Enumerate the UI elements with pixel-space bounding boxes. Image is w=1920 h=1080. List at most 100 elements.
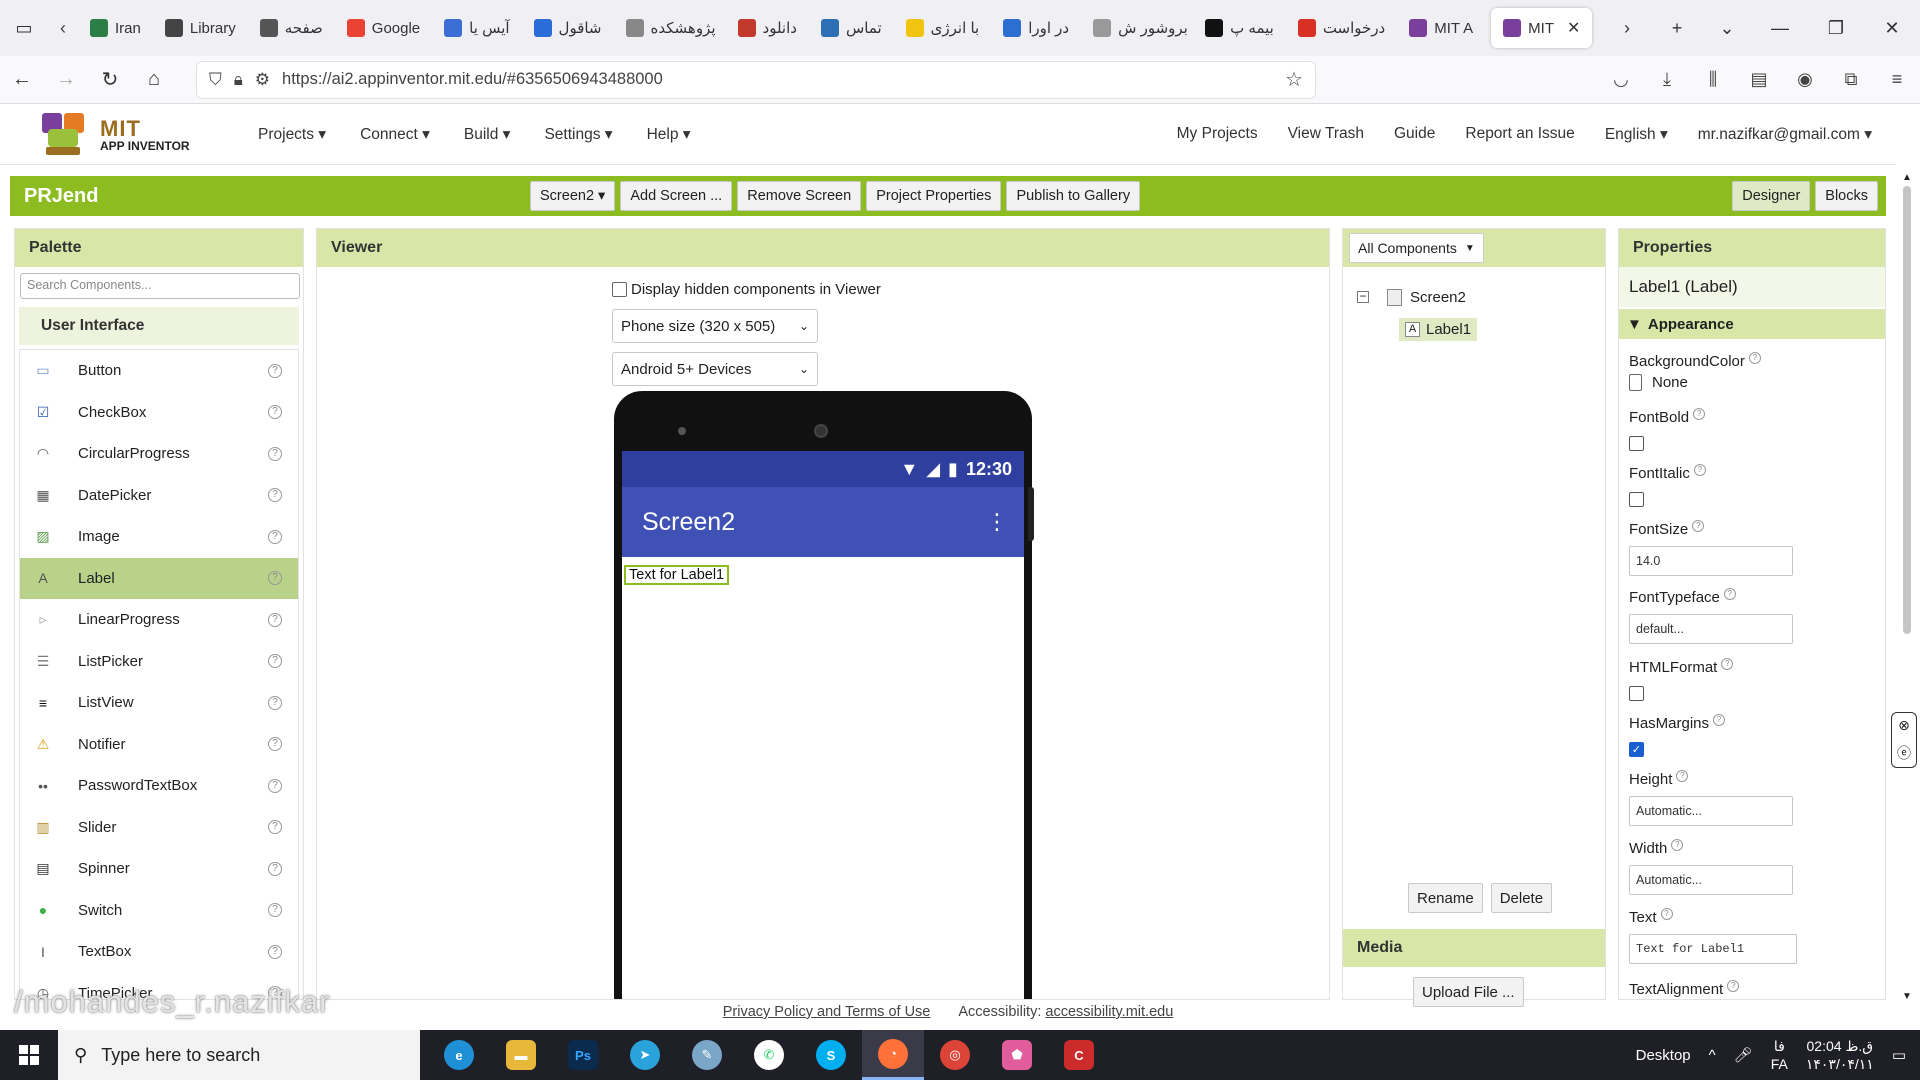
right-menu-item[interactable]: My Projects (1177, 125, 1258, 144)
phone-screen[interactable]: ▼ ◢ ▮ 12:30 Screen2 ⋮ Text for Label1 (622, 451, 1024, 999)
download-icon[interactable]: ⤓ (1644, 69, 1690, 90)
paint-icon[interactable]: ✎ (676, 1030, 738, 1080)
camtasia-icon[interactable]: C (1048, 1030, 1110, 1080)
browser-tab[interactable]: Iran (78, 8, 153, 48)
project-action-button[interactable]: Remove Screen (737, 181, 862, 211)
help-icon[interactable]: ? (1692, 519, 1705, 532)
tab-overview-icon[interactable]: ▭ (0, 0, 48, 56)
list-all-tabs-icon[interactable]: ⌄ (1702, 18, 1752, 39)
pocket-icon[interactable]: ◡ (1598, 69, 1644, 90)
help-icon[interactable]: ? (1660, 907, 1673, 920)
palette-item-switch[interactable]: ● Switch? (20, 890, 298, 932)
bookmark-star-icon[interactable]: ☆ (1285, 67, 1303, 92)
palette-item-listview[interactable]: ≡ ListView? (20, 682, 298, 724)
palette-item-textbox[interactable]: I TextBox? (20, 931, 298, 973)
notifications-icon[interactable]: ▭ (1892, 1046, 1906, 1064)
color-swatch[interactable] (1629, 374, 1642, 391)
tab-scroll-left-icon[interactable]: ‹ (48, 18, 78, 39)
palette-item-circularprogress[interactable]: ◠ CircularProgress? (20, 433, 298, 475)
page-scrollbar[interactable]: ▲ ▼ (1898, 172, 1916, 1002)
firefox-icon[interactable]: ◔ (862, 1030, 924, 1080)
browser-tab[interactable]: MIT A (1397, 8, 1485, 48)
desktop-toolbar[interactable]: Desktop (1636, 1047, 1691, 1064)
background-color-picker[interactable]: None (1629, 374, 1761, 391)
palette-item-button[interactable]: ▭ Button? (20, 350, 298, 392)
fonttypeface-input[interactable]: default... (1629, 614, 1793, 644)
palette-item-label[interactable]: A Label? (20, 557, 298, 599)
permissions-icon[interactable]: ⚙ (255, 70, 270, 90)
extensions-icon[interactable]: ⧉ (1828, 69, 1874, 90)
menu-item[interactable]: Build ▾ (464, 125, 511, 144)
palette-section-user-interface[interactable]: User Interface (19, 307, 299, 345)
restore-icon[interactable]: ❐ (1808, 18, 1864, 39)
menu-item[interactable]: Projects ▾ (258, 125, 326, 144)
browser-tab[interactable]: با انرژی (894, 8, 992, 48)
help-icon[interactable]: ? (1721, 657, 1734, 670)
upload-file-button[interactable]: Upload File ... (1413, 977, 1524, 1007)
browser-tab[interactable]: شاقول (522, 8, 614, 48)
collapse-icon[interactable]: − (1357, 290, 1369, 303)
fontbold-checkbox[interactable] (1629, 436, 1644, 451)
pentagon-app-icon[interactable]: ⬟ (986, 1030, 1048, 1080)
tray-expand-icon[interactable]: ^ (1709, 1047, 1716, 1064)
blocks-button[interactable]: Blocks (1815, 181, 1878, 211)
browser-tab[interactable]: دانلود (726, 8, 809, 48)
help-icon[interactable]: ? (268, 695, 282, 710)
account-icon[interactable]: ◉ (1782, 69, 1828, 90)
tree-item-screen2[interactable]: − Screen2 (1357, 281, 1477, 313)
tab-scroll-right-icon[interactable]: › (1602, 18, 1652, 39)
lock-icon[interactable]: 🔒︎ (234, 70, 243, 90)
help-icon[interactable]: ? (268, 446, 282, 461)
browser-tab[interactable]: بیمه پ (1193, 8, 1286, 48)
right-menu-item[interactable]: English ▾ (1605, 125, 1668, 144)
phone-size-select[interactable]: Phone size (320 x 505) ⌄ (612, 309, 818, 343)
privacy-link[interactable]: Privacy Policy and Terms of Use (723, 1004, 931, 1026)
window-close-icon[interactable]: ✕ (1864, 18, 1920, 39)
palette-item-linearprogress[interactable]: ▹ LinearProgress? (20, 599, 298, 641)
menu-item[interactable]: Settings ▾ (544, 125, 612, 144)
help-icon[interactable]: ? (268, 529, 282, 544)
menu-item[interactable]: Help ▾ (647, 125, 691, 144)
help-icon[interactable]: ? (268, 820, 282, 835)
browser-tab[interactable]: صفحه (248, 8, 335, 48)
scroll-up-icon[interactable]: ▲ (1902, 172, 1912, 183)
delete-button[interactable]: Delete (1490, 883, 1553, 913)
skype-icon[interactable]: S (800, 1030, 862, 1080)
rename-button[interactable]: Rename (1408, 883, 1483, 913)
menu-item[interactable]: Connect ▾ (360, 125, 430, 144)
help-icon[interactable]: ? (268, 363, 282, 378)
palette-item-spinner[interactable]: ▤ Spinner? (20, 848, 298, 890)
help-icon[interactable]: ? (1727, 979, 1740, 992)
help-icon[interactable]: ? (268, 861, 282, 876)
checkbox-box[interactable] (612, 282, 627, 297)
forward-icon[interactable]: → (44, 68, 88, 91)
help-icon[interactable]: ? (268, 903, 282, 918)
help-icon[interactable]: ? (1676, 769, 1689, 782)
chrome-icon[interactable]: ◎ (924, 1030, 986, 1080)
help-icon[interactable]: ? (268, 654, 282, 669)
help-icon[interactable]: ? (268, 737, 282, 752)
file-explorer-icon[interactable]: ▬ (490, 1030, 552, 1080)
all-components-dropdown[interactable]: All Components ▼ (1349, 233, 1484, 263)
project-action-button[interactable]: Publish to Gallery (1006, 181, 1141, 211)
help-icon[interactable]: ? (268, 571, 282, 586)
help-icon[interactable]: ? (1693, 407, 1706, 420)
hasmargins-checkbox[interactable]: ✓ (1629, 742, 1644, 757)
taskbar-search-box[interactable]: ⚲ Type here to search (58, 1030, 420, 1080)
palette-item-notifier[interactable]: ⚠ Notifier? (20, 724, 298, 766)
minimize-icon[interactable]: — (1752, 18, 1808, 39)
project-action-button[interactable]: Add Screen ... (620, 181, 733, 211)
address-bar[interactable]: ⛉ 🔒︎ ⚙ https://ai2.appinventor.mit.edu/#… (196, 60, 1316, 99)
browser-tab[interactable]: بروشور ش (1081, 8, 1193, 48)
device-select[interactable]: Android 5+ Devices ⌄ (612, 352, 818, 386)
tree-item-label1[interactable]: A Label1 (1399, 317, 1478, 341)
browser-tab[interactable]: پژوهشکده (614, 8, 726, 48)
app-inventor-logo[interactable]: MIT APP INVENTOR (38, 111, 228, 159)
help-icon[interactable]: ? (1693, 463, 1706, 476)
browser-tab[interactable]: Google (335, 8, 432, 48)
browser-tab[interactable]: در اورا (991, 8, 1081, 48)
fontsize-input[interactable]: 14.0 (1629, 546, 1793, 576)
right-menu-item[interactable]: Report an Issue (1465, 125, 1574, 144)
htmlformat-checkbox[interactable] (1629, 686, 1644, 701)
reader-view-icon[interactable]: ▤ (1736, 69, 1782, 90)
